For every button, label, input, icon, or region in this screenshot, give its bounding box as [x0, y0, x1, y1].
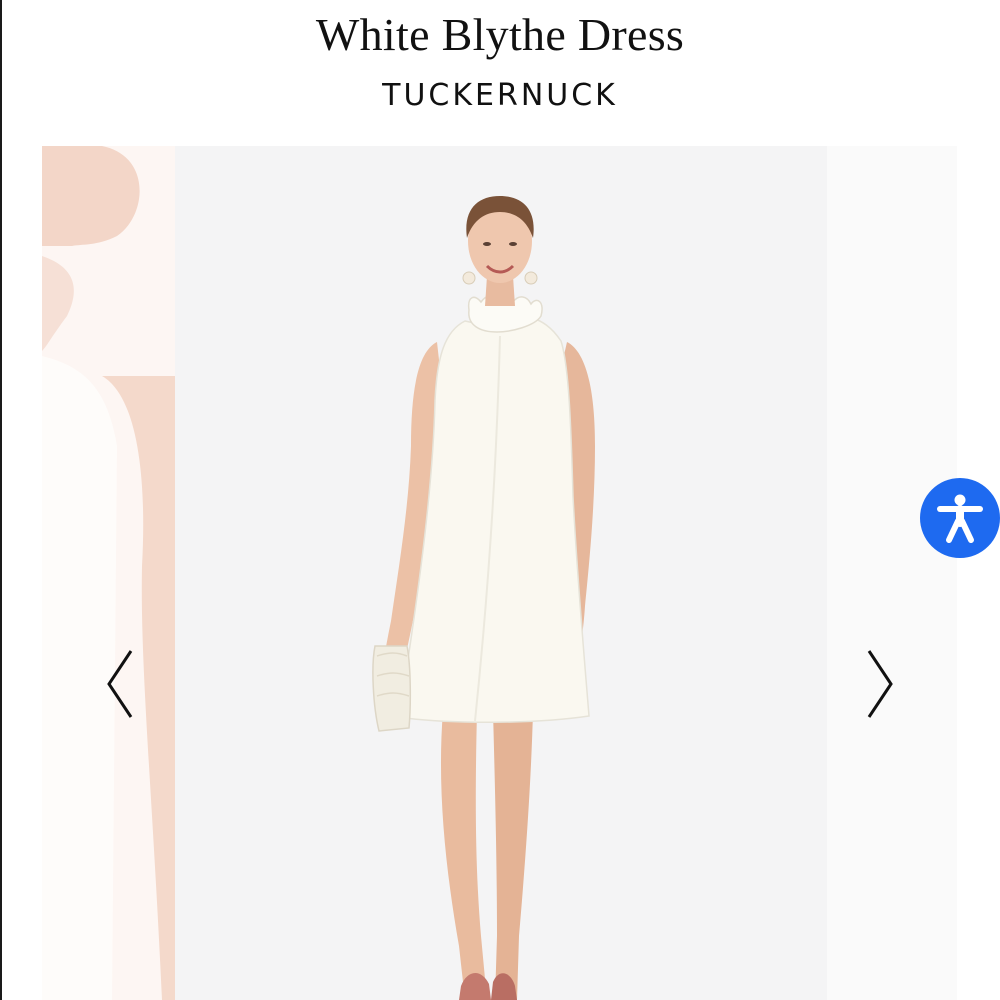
image-carousel[interactable] [0, 146, 1000, 1000]
accessibility-person-icon [932, 490, 988, 546]
previous-slide-image[interactable] [42, 146, 175, 1000]
chevron-left-icon [105, 649, 135, 719]
carousel-prev-button[interactable] [98, 646, 142, 722]
accessibility-widget-button[interactable] [920, 478, 1000, 558]
carousel-next-button[interactable] [858, 646, 902, 722]
brand-name[interactable]: TUCKERNUCK [0, 78, 1000, 113]
product-title: White Blythe Dress [315, 9, 685, 60]
main-product-image[interactable] [175, 146, 827, 1000]
product-header: White Blythe Dress TUCKERNUCK [0, 0, 1000, 140]
chevron-right-icon [865, 649, 895, 719]
next-slide-image[interactable] [827, 146, 957, 1000]
